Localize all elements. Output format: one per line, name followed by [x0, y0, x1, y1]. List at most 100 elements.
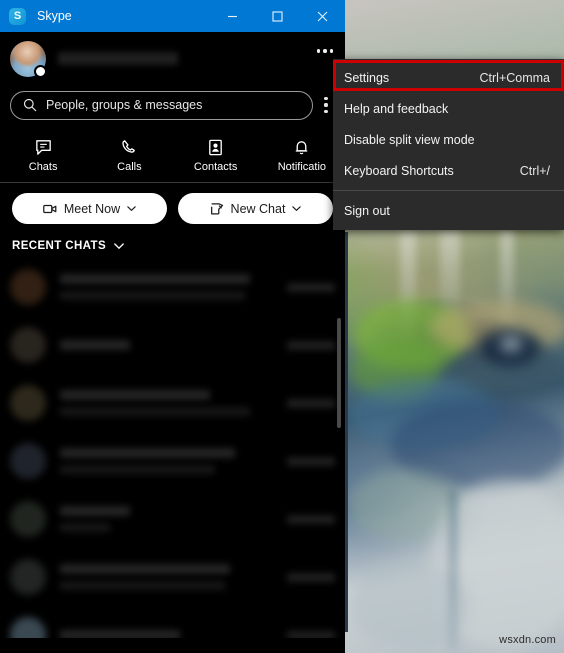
- chat-list-scrollbar[interactable]: [337, 258, 343, 638]
- tab-notifications-label: Notificatio: [277, 161, 327, 173]
- window-title: Skype: [37, 9, 72, 23]
- menu-item-keyboard-shortcuts[interactable]: Keyboard Shortcuts Ctrl+/: [333, 155, 564, 186]
- tab-chats[interactable]: Chats: [0, 138, 86, 173]
- chat-avatar: [10, 501, 46, 537]
- chat-name-redacted: [60, 564, 230, 574]
- more-options-button[interactable]: [316, 49, 333, 53]
- chat-message-redacted: [60, 523, 110, 532]
- menu-item-help-and-feedback[interactable]: Help and feedback: [333, 93, 564, 124]
- chevron-down-icon: [114, 243, 124, 250]
- list-item[interactable]: [0, 374, 345, 432]
- maximize-button[interactable]: [255, 0, 300, 32]
- bg-highlight-spot: [500, 337, 522, 351]
- new-chat-button[interactable]: New Chat: [178, 193, 333, 224]
- watermark: wsxdn.com: [499, 634, 556, 646]
- chat-name-redacted: [60, 506, 130, 516]
- search-icon: [23, 98, 37, 112]
- chat-text: [60, 630, 287, 638]
- chat-text: [60, 390, 287, 416]
- title-bar: S Skype: [0, 0, 345, 32]
- search-input[interactable]: People, groups & messages: [10, 90, 313, 120]
- avatar[interactable]: [10, 40, 47, 78]
- bell-icon: [296, 141, 308, 155]
- menu-item-settings-label: Settings: [344, 70, 390, 85]
- menu-item-settings[interactable]: Settings Ctrl+Comma: [333, 62, 564, 93]
- menu-item-settings-shortcut: Ctrl+Comma: [479, 70, 551, 85]
- chat-message-redacted: [60, 581, 225, 590]
- minimize-button[interactable]: [210, 0, 255, 32]
- video-camera-icon: [43, 204, 57, 213]
- skype-window: S Skype People, groups & messages Chats …: [0, 0, 345, 653]
- chat-avatar: [10, 385, 46, 421]
- profile-row: [0, 32, 345, 85]
- list-item[interactable]: [0, 548, 345, 606]
- skype-logo-icon: S: [9, 7, 26, 25]
- chat-name-redacted: [60, 448, 235, 458]
- chevron-down-icon: [127, 206, 136, 212]
- chevron-down-icon: [292, 206, 302, 212]
- more-dot-3: [329, 49, 333, 53]
- recent-chats-list[interactable]: [0, 258, 345, 638]
- chat-text: [60, 506, 287, 532]
- chat-text: [60, 274, 287, 300]
- recent-chats-header[interactable]: RECENT CHATS: [0, 233, 345, 258]
- menu-item-disable-split-view-mode-label: Disable split view mode: [344, 132, 475, 147]
- recent-chats-title: RECENT CHATS: [12, 240, 107, 252]
- menu-item-sign-out-label: Sign out: [344, 203, 390, 218]
- tab-contacts-label: Contacts: [193, 161, 238, 173]
- list-item[interactable]: [0, 258, 345, 316]
- vdot-2: [324, 103, 328, 107]
- chat-avatar: [10, 327, 46, 363]
- chat-timestamp-redacted: [287, 514, 335, 524]
- chat-list-scrollbar-thumb[interactable]: [337, 318, 341, 428]
- tab-calls[interactable]: Calls: [86, 138, 172, 173]
- vdot-1: [324, 97, 328, 101]
- presence-status-badge: [34, 64, 47, 78]
- options-dropdown-menu: Settings Ctrl+Comma Help and feedback Di…: [333, 59, 564, 230]
- minimize-icon: [228, 15, 237, 17]
- chat-timestamp-redacted: [287, 398, 335, 408]
- contact-card-icon: [209, 139, 222, 156]
- menu-item-help-and-feedback-label: Help and feedback: [344, 101, 449, 116]
- chat-bubble-icon: [35, 140, 51, 155]
- chat-message-redacted: [60, 407, 250, 416]
- menu-item-sign-out[interactable]: Sign out: [333, 195, 564, 226]
- vdot-3: [324, 109, 328, 113]
- tab-calls-label: Calls: [117, 161, 142, 173]
- nav-tabs: Chats Calls Contacts Notificatio: [0, 125, 345, 183]
- list-item[interactable]: [0, 316, 345, 374]
- search-row: People, groups & messages: [0, 85, 345, 125]
- menu-separator: [333, 190, 564, 191]
- chat-timestamp-redacted: [287, 340, 335, 350]
- action-buttons-row: Meet Now New Chat: [0, 183, 345, 233]
- screenshot-root: wsxdn.com ns ty er S Skype: [0, 0, 564, 653]
- chat-avatar: [10, 269, 46, 305]
- phone-icon: [122, 140, 135, 153]
- search-placeholder: People, groups & messages: [46, 98, 203, 112]
- chat-avatar: [10, 443, 46, 479]
- chat-avatar: [10, 559, 46, 595]
- list-item[interactable]: [0, 606, 345, 638]
- chat-timestamp-redacted: [287, 630, 335, 638]
- chat-message-redacted: [60, 465, 215, 474]
- tab-contacts[interactable]: Contacts: [173, 138, 259, 173]
- chat-timestamp-redacted: [287, 282, 335, 292]
- meet-now-button[interactable]: Meet Now: [12, 193, 167, 224]
- close-button[interactable]: [300, 0, 345, 32]
- list-item[interactable]: [0, 490, 345, 548]
- chat-text: [60, 340, 287, 350]
- menu-item-disable-split-view-mode[interactable]: Disable split view mode: [333, 124, 564, 155]
- chat-timestamp-redacted: [287, 456, 335, 466]
- list-item[interactable]: [0, 432, 345, 490]
- maximize-icon: [272, 10, 283, 22]
- chat-text: [60, 448, 287, 474]
- chat-name-redacted: [60, 630, 180, 638]
- chat-text: [60, 564, 287, 590]
- bg-stem-line: [448, 490, 458, 650]
- compose-pencil-icon: [210, 202, 223, 215]
- chat-avatar: [10, 617, 46, 638]
- profile-username-redacted: [58, 52, 178, 65]
- menu-item-keyboard-shortcuts-shortcut: Ctrl+/: [519, 163, 550, 178]
- chat-message-redacted: [60, 291, 245, 300]
- more-dot-1: [316, 49, 320, 53]
